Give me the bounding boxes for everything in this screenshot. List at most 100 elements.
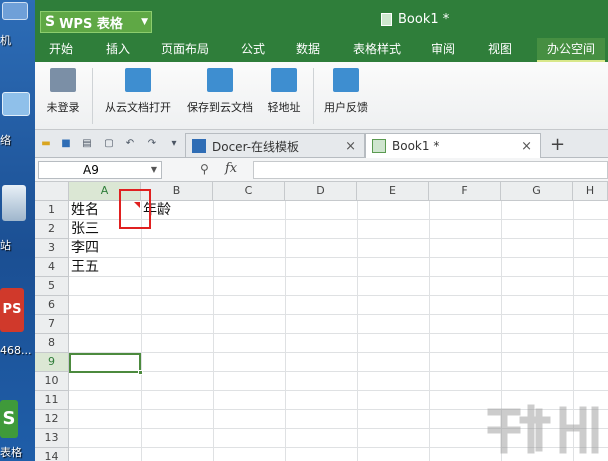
row-header-11[interactable]: 11 [35, 391, 69, 410]
desktop-icon-wps-installer[interactable]: PS 468... [0, 288, 35, 363]
row-header-12[interactable]: 12 [35, 410, 69, 429]
desktop-strip: 机 络 站 PS 468... S 表格 [0, 0, 35, 461]
cell-a3[interactable]: 李四 [70, 239, 99, 258]
network-icon [2, 92, 30, 116]
ribbon-panel: 未登录 从云文档打开 保存到云文档 轻地址 用户反馈 [35, 62, 608, 130]
tab-start[interactable]: 开始 [40, 38, 82, 62]
tab-insert[interactable]: 插入 [98, 38, 138, 62]
column-header-h[interactable]: H [573, 182, 608, 201]
cell-a4[interactable]: 王五 [70, 258, 99, 277]
save-icon[interactable]: ■ [60, 138, 72, 149]
gridline-vertical [357, 201, 358, 461]
close-icon[interactable]: × [521, 139, 532, 154]
feedback-icon [333, 68, 359, 92]
open-folder-icon[interactable]: ▬ [40, 138, 52, 149]
row-header-5[interactable]: 5 [35, 277, 69, 296]
gridline-vertical [429, 201, 430, 461]
gridline-horizontal [69, 390, 608, 391]
row-header-4[interactable]: 4 [35, 258, 69, 277]
cloud-save-icon [207, 68, 233, 92]
gridline-horizontal [69, 295, 608, 296]
short-link-button[interactable]: 轻地址 [261, 68, 307, 124]
watermark-stroke [559, 406, 587, 454]
fill-handle[interactable] [138, 370, 143, 375]
redo-icon[interactable]: ↷ [146, 138, 158, 149]
cell-a1[interactable]: 姓名 [70, 201, 99, 220]
spreadsheet-doc-icon [372, 139, 386, 153]
tab-page-layout[interactable]: 页面布局 [153, 38, 217, 62]
docer-icon [192, 139, 206, 153]
tab-docer-templates[interactable]: Docer-在线模板 × [185, 133, 365, 158]
row-header-9[interactable]: 9 [35, 353, 69, 372]
zoom-search-icon[interactable]: ⚲ [200, 162, 209, 176]
row-header-10[interactable]: 10 [35, 372, 69, 391]
tab-data[interactable]: 数据 [287, 38, 329, 62]
watermark-stroke [519, 404, 551, 454]
tab-table-style[interactable]: 表格样式 [345, 38, 409, 62]
ribbon-divider [313, 68, 314, 124]
desktop-icon-recycle-bin[interactable]: 站 [0, 185, 35, 255]
column-header-d[interactable]: D [285, 182, 357, 201]
selected-cell-a9[interactable] [69, 353, 143, 375]
tab-formulas[interactable]: 公式 [232, 38, 274, 62]
app-name: WPS 表格 [59, 16, 123, 32]
computer-icon [2, 2, 28, 20]
open-from-cloud-button[interactable]: 从云文档打开 [99, 68, 177, 124]
row-header-8[interactable]: 8 [35, 334, 69, 353]
tab-view[interactable]: 视图 [479, 38, 521, 62]
gridline-vertical [213, 201, 214, 461]
tab-book1[interactable]: Book1 * × [365, 133, 541, 158]
insert-function-button[interactable]: fx [225, 161, 237, 176]
desktop-icon-network[interactable]: 络 [0, 92, 35, 152]
user-icon [50, 68, 76, 92]
wps-logo-icon: S [45, 14, 56, 30]
ribbon-tab-bar: 开始 插入 页面布局 公式 数据 表格样式 审阅 视图 办公空间 [35, 38, 608, 62]
select-all-corner[interactable] [35, 182, 69, 201]
row-header-2[interactable]: 2 [35, 220, 69, 239]
link-icon [271, 68, 297, 92]
column-header-c[interactable]: C [213, 182, 285, 201]
name-box[interactable]: A9 ▼ [38, 161, 162, 179]
row-header-1[interactable]: 1 [35, 201, 69, 220]
column-header-g[interactable]: G [501, 182, 573, 201]
new-tab-button[interactable]: + [550, 134, 565, 155]
column-header-f[interactable]: F [429, 182, 501, 201]
print-icon[interactable]: ▤ [81, 138, 93, 149]
close-icon[interactable]: × [345, 139, 356, 154]
row-header-3[interactable]: 3 [35, 239, 69, 258]
tab-review[interactable]: 审阅 [422, 38, 464, 62]
row-header-7[interactable]: 7 [35, 315, 69, 334]
doc-tab-label: Book1 * [392, 139, 440, 153]
document-icon [381, 13, 392, 26]
desktop-icon-computer[interactable]: 机 [0, 2, 35, 56]
gridline-horizontal [69, 371, 608, 372]
formula-input[interactable] [253, 161, 608, 179]
wps-icon: PS [0, 288, 24, 332]
document-title: Book1 * [398, 12, 450, 27]
app-menu-button[interactable]: S WPS 表格 ▼ [40, 11, 152, 33]
undo-icon[interactable]: ↶ [124, 138, 136, 149]
title-bar: S WPS 表格 ▼ Book1 * [35, 0, 608, 38]
recycle-bin-icon [2, 185, 26, 221]
login-button-label: 未登录 [46, 101, 80, 114]
watermark-logo [487, 404, 599, 454]
print-preview-icon[interactable]: ▢ [103, 138, 115, 149]
save-to-cloud-button[interactable]: 保存到云文档 [181, 68, 259, 124]
gridline-horizontal [69, 257, 608, 258]
column-header-b[interactable]: B [141, 182, 213, 201]
desktop-icon-label: 468... [0, 344, 32, 357]
column-header-e[interactable]: E [357, 182, 429, 201]
cell-a2[interactable]: 张三 [70, 220, 99, 239]
gridline-horizontal [69, 333, 608, 334]
row-header-6[interactable]: 6 [35, 296, 69, 315]
login-button[interactable]: 未登录 [40, 68, 86, 124]
desktop-icon-label: 站 [0, 239, 11, 252]
tab-office-space[interactable]: 办公空间 [537, 38, 605, 62]
chevron-down-icon: ▼ [150, 165, 157, 174]
quick-access-dropdown-icon[interactable]: ▾ [168, 138, 180, 149]
user-feedback-button[interactable]: 用户反馈 [319, 68, 373, 124]
cloud-open-icon [125, 68, 151, 92]
desktop-icon-wps-spreadsheet[interactable]: S 表格 [0, 400, 35, 461]
row-header-13[interactable]: 13 [35, 429, 69, 448]
row-header-14[interactable]: 14 [35, 448, 69, 461]
